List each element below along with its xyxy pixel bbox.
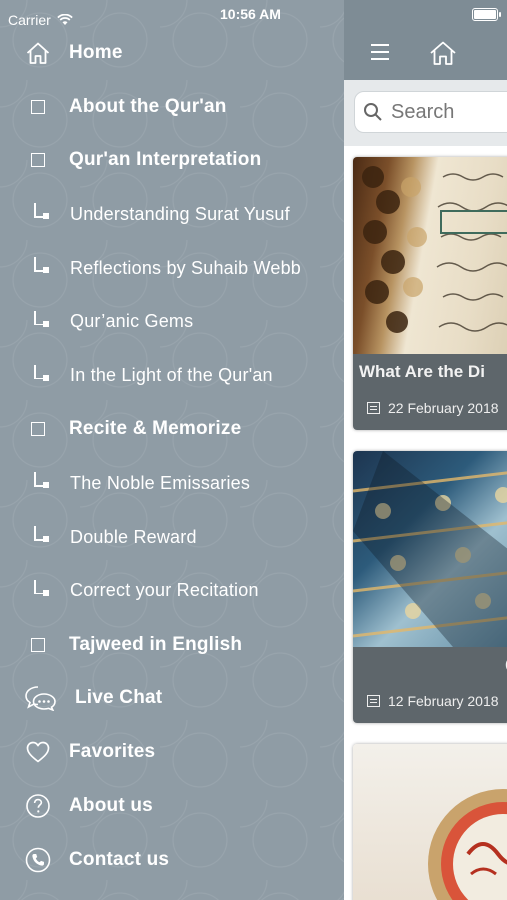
square-icon [25, 147, 51, 173]
menu-item-about-quran[interactable]: About the Qur'an [0, 80, 344, 134]
menu-item-label: Contact us [69, 848, 170, 870]
menu-item-label: Recite & Memorize [69, 418, 242, 440]
menu-item-label: In the Light of the Qur'an [70, 365, 273, 386]
menu-subitem-correct-recitation[interactable]: Correct your Recitation [0, 564, 344, 618]
search-icon [364, 103, 382, 121]
menu-item-about-us[interactable]: About us [0, 779, 344, 833]
side-drawer: Carrier 10:56 AM Home About the Qur'an Q… [0, 0, 344, 900]
drawer-menu: Home About the Qur'an Qur'an Interpretat… [0, 26, 344, 887]
menu-subitem-noble-emissaries[interactable]: The Noble Emissaries [0, 456, 344, 510]
menu-subitem-light-of-quran[interactable]: In the Light of the Qur'an [0, 349, 344, 403]
search-bar: Search [344, 80, 507, 146]
menu-item-recite-memorize[interactable]: Recite & Memorize [0, 403, 344, 457]
hamburger-menu-icon[interactable] [371, 44, 389, 65]
sub-item-icon [30, 579, 50, 600]
main-content: Search What Are the Di 22 February 2018 [344, 0, 507, 900]
menu-item-label: Home [69, 41, 123, 63]
menu-item-label: About us [69, 795, 153, 817]
menu-item-label: Understanding Surat Yusuf [70, 203, 290, 224]
menu-subitem-quranic-gems[interactable]: Qur’anic Gems [0, 295, 344, 349]
menu-item-tajweed[interactable]: Tajweed in English [0, 618, 344, 672]
menu-item-favorites[interactable]: Favorites [0, 725, 344, 779]
article-card[interactable]: Ca 12 February 2018 [353, 451, 507, 723]
menu-item-label: Qur'an Interpretation [69, 149, 262, 171]
menu-item-label: About the Qur'an [69, 95, 227, 117]
calendar-icon [367, 695, 380, 707]
square-icon [25, 632, 51, 658]
home-nav-icon[interactable] [429, 40, 457, 66]
sub-item-icon [30, 472, 50, 492]
sub-item-icon [30, 526, 50, 546]
square-icon [25, 94, 51, 120]
menu-subitem-reflections[interactable]: Reflections by Suhaib Webb [0, 241, 344, 295]
sub-item-icon [30, 203, 50, 223]
menu-item-quran-interpretation[interactable]: Qur'an Interpretation [0, 134, 344, 188]
menu-item-label: Double Reward [70, 526, 197, 547]
menu-item-label: Favorites [69, 741, 156, 763]
heart-icon [25, 739, 51, 765]
wifi-icon [57, 14, 73, 25]
menu-subitem-understanding-surat-yusuf[interactable]: Understanding Surat Yusuf [0, 187, 344, 241]
menu-item-home[interactable]: Home [0, 26, 344, 80]
menu-item-label: Live Chat [75, 687, 163, 709]
menu-item-contact-us[interactable]: Contact us [0, 833, 344, 887]
chat-icon [24, 685, 58, 712]
card-title: What Are the Di [359, 362, 485, 381]
article-card[interactable] [353, 744, 507, 900]
sub-item-icon [30, 364, 50, 385]
menu-item-label: Qur’anic Gems [70, 311, 194, 332]
sub-item-icon [30, 257, 50, 277]
card-date: 22 February 2018 [367, 400, 499, 416]
menu-item-label: Reflections by Suhaib Webb [70, 257, 301, 278]
home-icon [25, 40, 51, 66]
search-input[interactable]: Search [354, 91, 507, 133]
article-card[interactable]: What Are the Di 22 February 2018 [353, 157, 507, 430]
calligraphy-plate-image [353, 744, 507, 900]
card-date-text: 22 February 2018 [388, 400, 499, 416]
menu-item-label: Tajweed in English [69, 633, 243, 655]
card-date-text: 12 February 2018 [388, 693, 499, 709]
menu-subitem-double-reward[interactable]: Double Reward [0, 510, 344, 564]
quran-prayer-beads-image [353, 157, 507, 354]
menu-item-live-chat[interactable]: Live Chat [0, 672, 344, 726]
sub-item-icon [30, 310, 50, 331]
phone-icon [25, 847, 51, 873]
calendar-icon [367, 402, 380, 414]
square-icon [25, 416, 51, 442]
menu-item-label: The Noble Emissaries [70, 472, 251, 493]
card-caption: Ca 12 February 2018 [353, 647, 507, 723]
menu-item-label: Correct your Recitation [70, 580, 259, 601]
mosque-tiles-image [353, 451, 507, 647]
search-placeholder: Search [391, 100, 455, 123]
card-date: 12 February 2018 [367, 693, 499, 709]
question-icon [25, 793, 51, 819]
card-caption: What Are the Di 22 February 2018 [353, 354, 507, 430]
battery-icon [472, 8, 501, 21]
